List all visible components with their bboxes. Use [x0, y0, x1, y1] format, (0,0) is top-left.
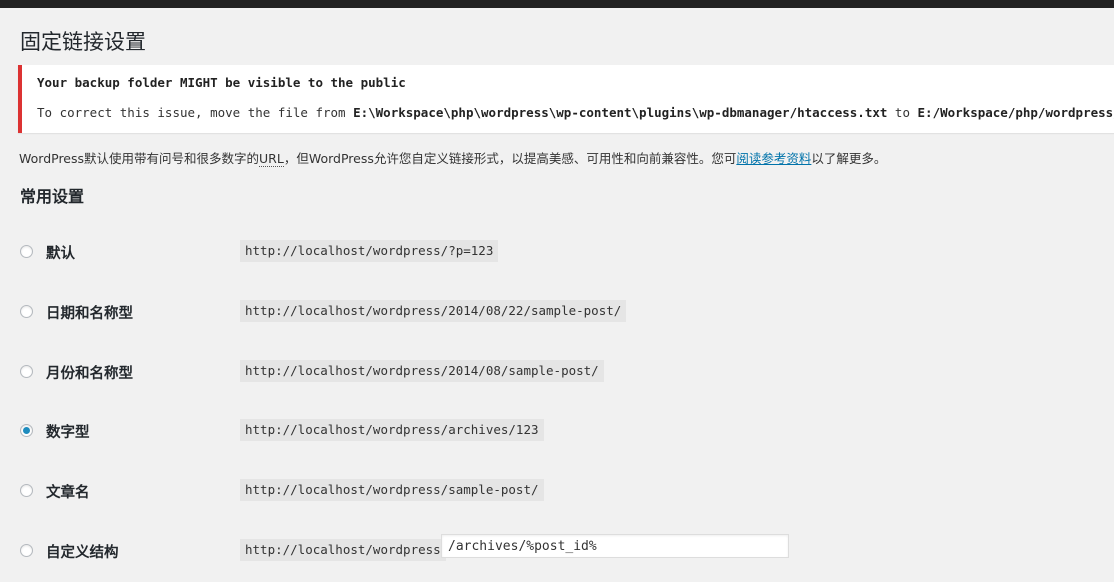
option-label-month-name[interactable]: 月份和名称型 — [46, 362, 133, 383]
example-url-default: http://localhost/wordpress/?p=123 — [240, 240, 499, 262]
option-row-numeric: 数字型 http://localhost/wordpress/archives/… — [0, 419, 1114, 443]
notice-from-path: E:\Workspace\php\wordpress\wp-content\pl… — [353, 105, 888, 120]
custom-structure-base-url: http://localhost/wordpress — [240, 539, 446, 561]
custom-structure-input[interactable] — [441, 534, 789, 558]
example-url-month-name: http://localhost/wordpress/2014/08/sampl… — [240, 360, 604, 382]
option-row-month-name: 月份和名称型 http://localhost/wordpress/2014/0… — [0, 360, 1114, 384]
url-abbr: URL — [259, 151, 284, 167]
example-url-numeric: http://localhost/wordpress/archives/123 — [240, 419, 544, 441]
radio-default[interactable] — [20, 245, 33, 258]
option-label-day-name[interactable]: 日期和名称型 — [46, 302, 133, 323]
error-notice: Your backup folder MIGHT be visible to t… — [18, 65, 1114, 133]
option-label-numeric[interactable]: 数字型 — [46, 421, 90, 442]
section-title: 常用设置 — [20, 187, 85, 206]
notice-title: Your backup folder MIGHT be visible to t… — [37, 75, 406, 90]
example-url-post-name: http://localhost/wordpress/sample-post/ — [240, 479, 544, 501]
radio-post-name[interactable] — [20, 484, 33, 497]
option-row-day-name: 日期和名称型 http://localhost/wordpress/2014/0… — [0, 300, 1114, 324]
example-url-day-name: http://localhost/wordpress/2014/08/22/sa… — [240, 300, 627, 322]
notice-body: To correct this issue, move the file fro… — [37, 105, 1114, 120]
radio-day-name[interactable] — [20, 305, 33, 318]
intro-part2: ，但WordPress允许您自定义链接形式，以提高美感、可用性和向前兼容性。您可 — [283, 151, 737, 166]
option-label-post-name[interactable]: 文章名 — [46, 481, 90, 502]
admin-top-bar — [0, 0, 1114, 8]
radio-custom[interactable] — [20, 544, 33, 557]
notice-body-prefix: To correct this issue, move the file fro… — [37, 105, 354, 120]
intro-part3: 以了解更多。 — [811, 151, 887, 166]
radio-month-name[interactable] — [20, 365, 33, 378]
reference-link[interactable]: 阅读参考资料 — [736, 151, 811, 166]
intro-text: WordPress默认使用带有问号和很多数字的URL，但WordPress允许您… — [19, 148, 886, 167]
intro-part1: WordPress默认使用带有问号和很多数字的 — [19, 151, 260, 166]
notice-to-path: E:/Workspace/php/wordpress/wp-content/ba… — [917, 105, 1114, 120]
option-label-custom[interactable]: 自定义结构 — [46, 541, 119, 562]
notice-to-text: to — [887, 105, 918, 120]
option-row-post-name: 文章名 http://localhost/wordpress/sample-po… — [0, 479, 1114, 503]
option-row-default: 默认 http://localhost/wordpress/?p=123 — [0, 240, 1114, 264]
radio-numeric[interactable] — [20, 424, 33, 437]
option-row-custom: 自定义结构 http://localhost/wordpress — [0, 534, 1114, 563]
option-label-default[interactable]: 默认 — [46, 242, 75, 263]
page-title: 固定链接设置 — [20, 30, 146, 54]
